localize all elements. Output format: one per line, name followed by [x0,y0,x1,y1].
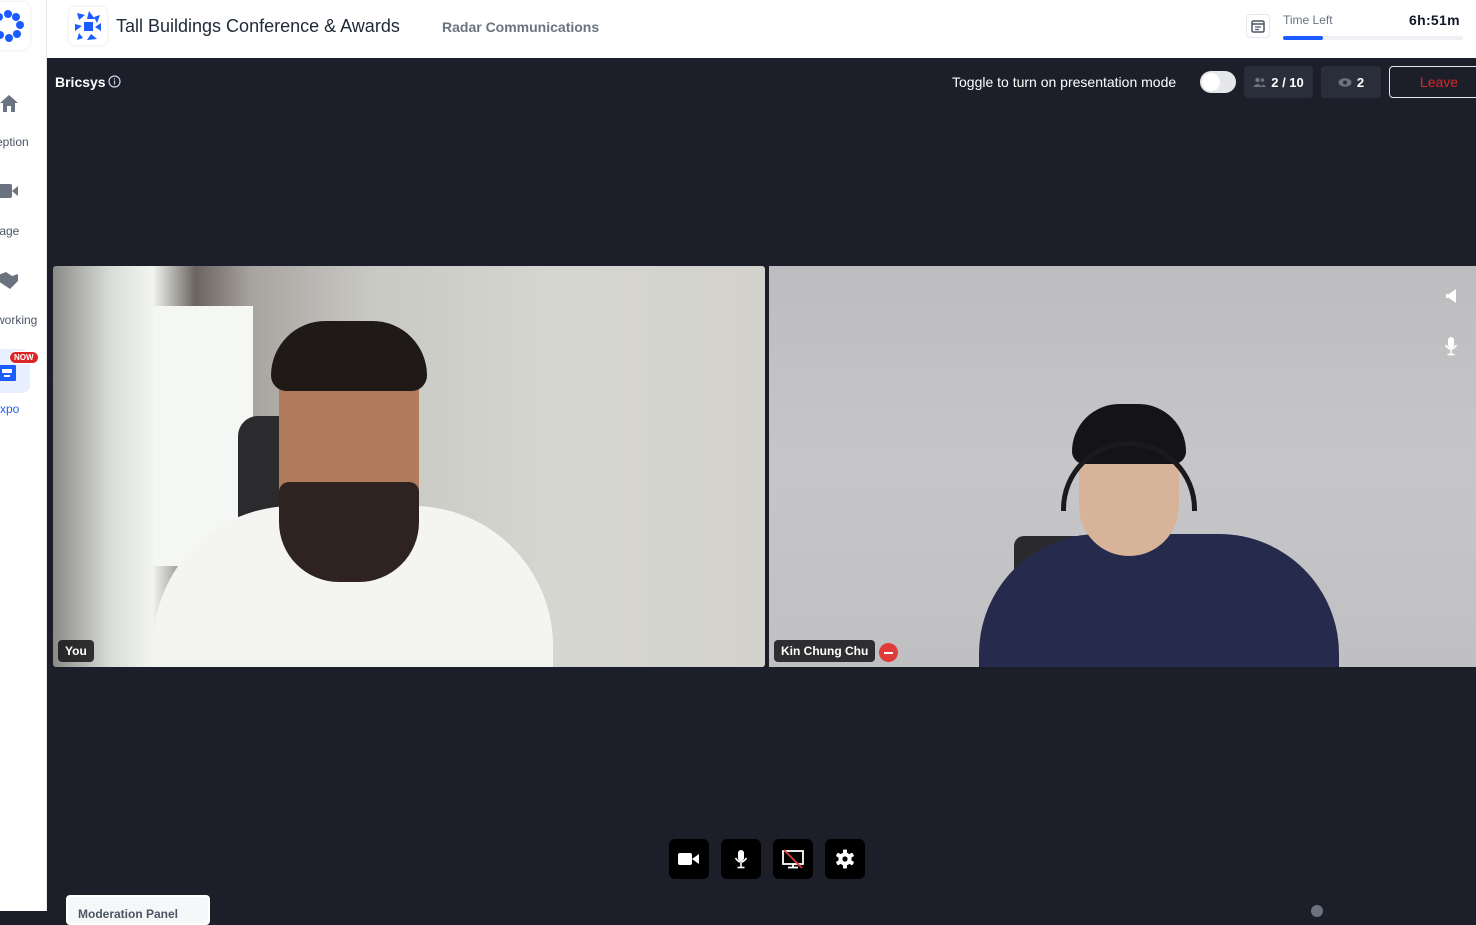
room-name: Bricsys [55,74,106,90]
time-left-label: Time Left [1283,13,1333,27]
viewers-count-value: 2 [1356,74,1365,90]
shirt [979,534,1339,667]
camera-button[interactable] [669,839,709,879]
event-logo-icon [75,11,101,40]
home-icon [0,95,18,112]
users-icon [1253,77,1267,87]
screen-share-button[interactable] [773,839,813,879]
handshake-icon [0,272,18,289]
viewers-count[interactable]: 2 [1321,66,1381,98]
booth-icon [0,365,16,381]
calendar-icon [1251,20,1265,33]
info-icon[interactable] [108,75,121,88]
sidebar-item-label: eption [0,135,29,149]
sidebar-item-label: xpo [0,402,20,416]
toggle-knob [1202,73,1220,91]
calendar-button[interactable] [1246,14,1270,38]
microphone-icon [734,850,748,869]
participant-mic-button[interactable] [1442,335,1460,357]
speaker-icon [1446,289,1456,303]
participants-count-value: 2 / 10 [1271,74,1304,90]
app-logo[interactable] [0,2,30,50]
participant-name-tag: Kin Chung Chu [774,640,876,662]
status-avatar [1311,905,1323,917]
presentation-toggle-label: Toggle to turn on presentation mode [952,74,1177,90]
screen-share-off-icon [782,849,804,869]
video-camera-icon [678,853,699,865]
beard [279,482,419,582]
microphone-button[interactable] [721,839,761,879]
gear-icon [836,849,854,869]
app-logo-icon [0,10,24,42]
bottom-right-status [1311,905,1323,917]
microphone-icon [1444,337,1458,356]
muted-icon [879,643,898,662]
room-bar: Bricsys Toggle to turn on presentation m… [47,58,1476,106]
now-badge: NOW [9,351,39,364]
participant-name-tag: You [58,640,94,662]
sidebar-item-label: tage [0,224,20,238]
time-left-progress-fill [1283,36,1323,40]
time-left-value: 6h:51m [1409,12,1460,28]
event-logo [69,7,107,45]
hair [271,321,427,391]
video-camera-icon [0,184,18,198]
participants-count[interactable]: 2 / 10 [1244,66,1313,98]
organization-name[interactable]: Radar Communications [442,19,599,35]
top-bar: Tall Buildings Conference & Awards Radar… [47,0,1476,58]
video-tile-you[interactable]: You [53,266,765,667]
presentation-mode-toggle[interactable] [1200,71,1236,93]
moderation-panel-card[interactable]: Moderation Panel [66,895,210,925]
leave-button[interactable]: Leave [1389,66,1476,98]
eye-icon [1338,77,1352,87]
video-tile-kin-chung-chu[interactable]: Kin Chung Chu [769,266,1476,667]
sidebar: eption tage working xpo NOW [0,0,47,911]
volume-button[interactable] [1442,285,1460,307]
sidebar-item-label: working [0,313,38,327]
call-controls [669,839,865,879]
event-title: Tall Buildings Conference & Awards [116,16,400,36]
time-left-progress [1283,36,1463,40]
settings-button[interactable] [825,839,865,879]
